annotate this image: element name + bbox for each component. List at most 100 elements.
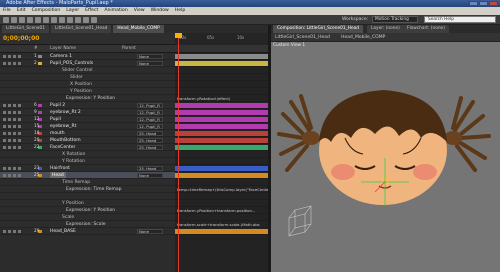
tab-flowchart[interactable]: Flowchart: (none) <box>403 25 449 33</box>
timeline-track[interactable]: transform.yPosition+transform.position..… <box>175 207 268 214</box>
hand-tool-icon[interactable] <box>11 17 17 23</box>
parent-select[interactable]: 12. Pupil_R <box>137 103 163 108</box>
timeline-track[interactable] <box>175 200 268 207</box>
layer-name[interactable]: Head <box>50 172 66 178</box>
eye-icon[interactable] <box>3 230 6 233</box>
menu-layer[interactable]: Layer <box>66 7 79 15</box>
clone-tool-icon[interactable] <box>75 17 81 23</box>
layer-duration-bar[interactable] <box>175 138 268 143</box>
property-row[interactable]: X Position <box>0 81 175 88</box>
timeline-track[interactable] <box>175 81 268 88</box>
maximize-button[interactable] <box>479 1 488 6</box>
audio-icon[interactable] <box>8 118 11 121</box>
solo-icon[interactable] <box>13 55 16 58</box>
label-color-swatch[interactable] <box>38 104 42 107</box>
time-ruler[interactable]: 00s 05s 10s <box>175 33 268 45</box>
layer-name[interactable]: eyebrow_Rt 2 <box>50 109 81 115</box>
property-name[interactable]: Expression: Y Position <box>66 95 115 101</box>
property-row[interactable]: Expression: Y Position <box>0 95 175 102</box>
timeline-track[interactable] <box>175 151 268 158</box>
parent-select[interactable]: 12. Pupil_R <box>137 117 163 122</box>
layer-row[interactable]: 29 Head_BASE None <box>0 228 175 235</box>
timeline-track[interactable] <box>175 214 268 221</box>
menu-animation[interactable]: Animation <box>104 7 127 15</box>
puppet-tool-icon[interactable] <box>91 17 97 23</box>
property-name[interactable]: Y Position <box>62 200 84 206</box>
layer-duration-bar[interactable] <box>175 124 268 129</box>
layer-duration-bar[interactable] <box>175 145 268 150</box>
current-time-indicator[interactable] <box>178 33 179 272</box>
layer-row[interactable]: 18 mouth 25. Head <box>0 130 175 137</box>
timeline-track[interactable]: transform.yRotation!(effect) <box>175 95 268 102</box>
property-name[interactable]: Scale <box>62 214 74 220</box>
eye-icon[interactable] <box>3 174 6 177</box>
column-header-layer-name[interactable]: Layer Name <box>50 45 76 52</box>
property-name[interactable]: X Rotation <box>62 151 85 157</box>
lock-icon[interactable] <box>18 132 21 135</box>
property-row[interactable]: X Rotation <box>0 151 175 158</box>
layer-duration-bar[interactable] <box>175 54 268 59</box>
timeline-track[interactable] <box>175 137 268 144</box>
property-row[interactable]: Slider <box>0 74 175 81</box>
eraser-tool-icon[interactable] <box>83 17 89 23</box>
audio-icon[interactable] <box>8 139 11 142</box>
eye-icon[interactable] <box>3 104 6 107</box>
audio-icon[interactable] <box>8 55 11 58</box>
lock-icon[interactable] <box>18 174 21 177</box>
layer-name[interactable]: mouth <box>50 130 65 136</box>
audio-icon[interactable] <box>8 111 11 114</box>
layer-duration-bar[interactable] <box>175 110 268 115</box>
solo-icon[interactable] <box>13 167 16 170</box>
parent-select[interactable]: 12. Pupil_R <box>137 124 163 129</box>
layer-duration-bar[interactable] <box>175 166 268 171</box>
lock-icon[interactable] <box>18 125 21 128</box>
layer-row[interactable]: 25 Head None <box>0 172 175 179</box>
menu-effect[interactable]: Effect <box>85 7 98 15</box>
parent-select[interactable]: 25. Head <box>137 131 163 136</box>
parent-select[interactable]: None <box>137 173 163 178</box>
timeline-track[interactable] <box>175 102 268 109</box>
tab-layer[interactable]: Layer: (none) <box>367 25 404 33</box>
property-name[interactable]: Slider Control <box>62 67 93 73</box>
breadcrumb-head[interactable]: LittleGirl_Scene01_Head <box>275 33 330 42</box>
property-name[interactable]: Y Rotation <box>62 158 85 164</box>
property-name[interactable]: X Position <box>70 81 92 87</box>
property-row[interactable]: Expression: Scale <box>0 221 175 228</box>
timeline-track[interactable] <box>175 88 268 95</box>
tab-scene01-head[interactable]: LittleGirl_Scene01_Head <box>51 25 112 33</box>
layer-row[interactable]: 9 eyebrow_Rt 2 12. Pupil_R <box>0 109 175 116</box>
parent-select[interactable]: None <box>137 61 163 66</box>
timeline-track[interactable] <box>175 130 268 137</box>
layer-row[interactable]: 2 Pupil_POS_Controls None <box>0 60 175 67</box>
menu-window[interactable]: Window <box>151 7 169 15</box>
audio-icon[interactable] <box>8 230 11 233</box>
menu-view[interactable]: View <box>134 7 145 15</box>
parent-select[interactable]: 25. Head <box>137 145 163 150</box>
parent-select[interactable]: None <box>137 229 163 234</box>
property-row[interactable] <box>0 193 175 200</box>
eye-icon[interactable] <box>3 111 6 114</box>
eye-icon[interactable] <box>3 62 6 65</box>
property-row[interactable]: Y Position <box>0 88 175 95</box>
layer-row[interactable]: 23 Hairfront 25. Head <box>0 165 175 172</box>
property-row[interactable]: Scale <box>0 214 175 221</box>
close-button[interactable] <box>489 1 498 6</box>
timeline-track[interactable] <box>175 109 268 116</box>
label-color-swatch[interactable] <box>38 62 42 65</box>
lock-icon[interactable] <box>18 118 21 121</box>
property-name[interactable]: Expression: Scale <box>66 221 105 227</box>
layer-name[interactable]: FaceCenter <box>50 144 75 150</box>
current-time-indicator-handle[interactable] <box>175 33 182 38</box>
zoom-tool-icon[interactable] <box>19 17 25 23</box>
audio-icon[interactable] <box>8 132 11 135</box>
timeline-track[interactable]: temp=timeRemap+(thisComp.layer("FaceCent… <box>175 186 268 193</box>
eye-icon[interactable] <box>3 125 6 128</box>
parent-select[interactable]: 25. Head <box>137 166 163 171</box>
minimize-button[interactable] <box>469 1 478 6</box>
layer-duration-bar[interactable] <box>175 229 268 234</box>
layer-row[interactable]: 1 Camera 1 None <box>0 53 175 60</box>
layer-name[interactable]: MouthBottom <box>50 137 81 143</box>
layer-duration-bar[interactable] <box>175 103 268 108</box>
expression-text[interactable]: transform.yRotation!(effect) <box>177 95 230 102</box>
parent-select[interactable]: 12. Pupil_R <box>137 110 163 115</box>
